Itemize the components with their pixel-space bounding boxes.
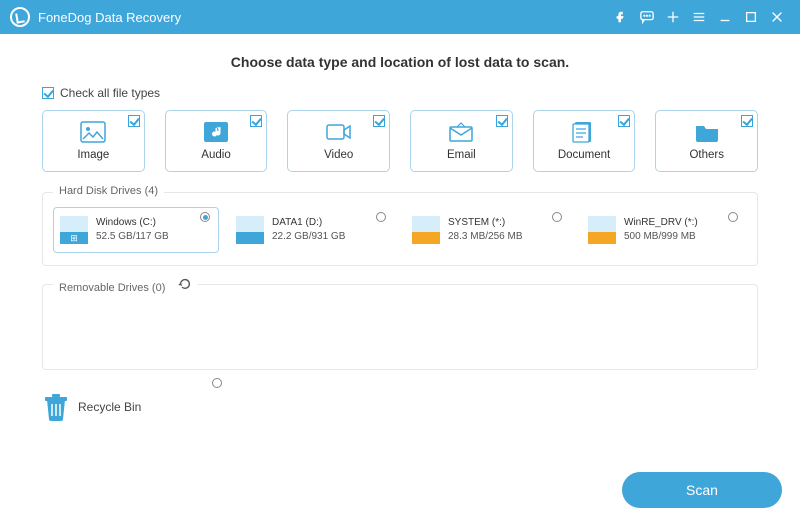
scan-button[interactable]: Scan [622, 472, 782, 508]
app-logo-icon [10, 7, 30, 27]
type-checkbox[interactable] [741, 115, 753, 127]
video-icon [326, 121, 352, 143]
drive-name: WinRE_DRV (*:) [624, 216, 698, 230]
drive-windows-c[interactable]: ⊞ Windows (C:) 52.5 GB/117 GB [53, 207, 219, 253]
drive-data1-d[interactable]: DATA1 (D:) 22.2 GB/931 GB [229, 207, 395, 253]
type-checkbox[interactable] [496, 115, 508, 127]
recycle-label: Recycle Bin [78, 400, 141, 414]
facebook-icon[interactable] [608, 0, 634, 34]
drive-radio[interactable] [200, 212, 210, 222]
drive-name: SYSTEM (*:) [448, 216, 522, 230]
drive-radio[interactable] [376, 212, 386, 222]
folder-icon [694, 121, 720, 143]
type-checkbox[interactable] [128, 115, 140, 127]
maximize-icon[interactable] [738, 0, 764, 34]
minimize-icon[interactable] [712, 0, 738, 34]
type-card-audio[interactable]: Audio [165, 110, 268, 172]
check-all-row[interactable]: Check all file types [42, 86, 758, 100]
recycle-bin-option[interactable]: Recycle Bin [42, 388, 222, 422]
check-all-label: Check all file types [60, 86, 160, 100]
drive-winre[interactable]: WinRE_DRV (*:) 500 MB/999 MB [581, 207, 747, 253]
type-label: Video [324, 149, 353, 161]
drive-radio[interactable] [728, 212, 738, 222]
disk-icon: ⊞ [60, 216, 88, 244]
drive-size: 28.3 MB/256 MB [448, 230, 522, 244]
type-label: Audio [201, 149, 230, 161]
document-icon [571, 121, 597, 143]
recycle-radio[interactable] [212, 378, 222, 388]
type-card-email[interactable]: Email [410, 110, 513, 172]
menu-icon[interactable] [686, 0, 712, 34]
type-card-others[interactable]: Others [655, 110, 758, 172]
recycle-bin-icon [42, 392, 70, 422]
type-checkbox[interactable] [250, 115, 262, 127]
drive-radio[interactable] [552, 212, 562, 222]
removable-fieldset: Removable Drives (0) [42, 284, 758, 370]
hdd-fieldset: Hard Disk Drives (4) ⊞ Windows (C:) 52.5… [42, 192, 758, 266]
type-card-document[interactable]: Document [533, 110, 636, 172]
audio-icon [203, 121, 229, 143]
drive-name: DATA1 (D:) [272, 216, 345, 230]
type-card-image[interactable]: Image [42, 110, 145, 172]
hdd-legend: Hard Disk Drives (4) [53, 185, 164, 197]
type-checkbox[interactable] [373, 115, 385, 127]
email-icon [448, 121, 474, 143]
type-label: Document [558, 149, 610, 161]
removable-empty [53, 299, 747, 357]
image-icon [80, 121, 106, 143]
feedback-icon[interactable] [634, 0, 660, 34]
drive-name: Windows (C:) [96, 216, 169, 230]
disk-icon [236, 216, 264, 244]
close-icon[interactable] [764, 0, 790, 34]
type-label: Image [77, 149, 109, 161]
drive-system[interactable]: SYSTEM (*:) 28.3 MB/256 MB [405, 207, 571, 253]
drive-size: 500 MB/999 MB [624, 230, 698, 244]
drive-size: 22.2 GB/931 GB [272, 230, 345, 244]
removable-legend: Removable Drives (0) [53, 277, 198, 294]
type-checkbox[interactable] [618, 115, 630, 127]
app-title: FoneDog Data Recovery [38, 10, 181, 25]
title-bar: FoneDog Data Recovery [0, 0, 800, 34]
disk-icon [412, 216, 440, 244]
drive-size: 52.5 GB/117 GB [96, 230, 169, 244]
check-all-checkbox[interactable] [42, 87, 54, 99]
type-label: Others [689, 149, 724, 161]
disk-icon [588, 216, 616, 244]
file-type-row: Image Audio Video Email Document Others [42, 110, 758, 172]
type-label: Email [447, 149, 476, 161]
type-card-video[interactable]: Video [287, 110, 390, 172]
plus-icon[interactable] [660, 0, 686, 34]
headline: Choose data type and location of lost da… [42, 54, 758, 70]
refresh-icon[interactable] [178, 277, 192, 291]
